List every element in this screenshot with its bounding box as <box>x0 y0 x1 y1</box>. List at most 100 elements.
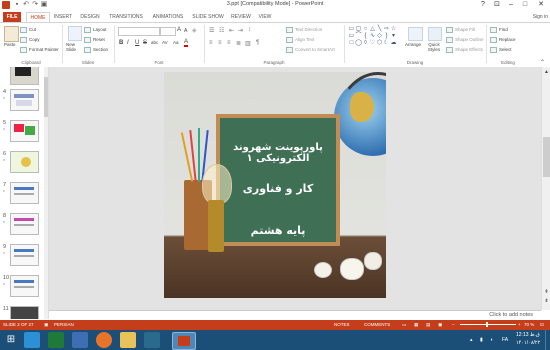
close-button[interactable]: ✕ <box>534 0 548 10</box>
ribbon-display-options-icon[interactable]: ⊡ <box>490 0 504 10</box>
fit-slide-icon[interactable]: ⊡ <box>540 322 544 328</box>
firefox-icon[interactable] <box>96 332 112 348</box>
sign-in-link[interactable]: Sign in <box>520 12 548 22</box>
triangle-shape-icon[interactable]: △ <box>369 26 376 32</box>
callout-shape-icon[interactable]: ◇ <box>376 33 383 39</box>
star-shape-icon[interactable]: ☆ <box>390 26 397 32</box>
find-button[interactable]: Find <box>490 27 508 33</box>
shapes-gallery[interactable]: ▭▢ ○ △ ╲ ⇨ ☆ ▭⌒{∿ ◇} ▾ □ ◯ ◊ ♡ ⬡ ☾☁ <box>348 26 404 47</box>
shape-fill-button[interactable]: Shape Fill <box>446 27 475 33</box>
text-direction-button[interactable]: Text Direction <box>286 27 322 33</box>
strikethrough-button[interactable]: S <box>143 40 147 46</box>
new-slide-icon[interactable] <box>68 26 82 41</box>
zoom-in-icon[interactable]: + <box>518 322 521 327</box>
media-player-icon[interactable] <box>144 332 160 348</box>
tray-arrow-icon[interactable]: ▴ <box>470 337 473 343</box>
select-button[interactable]: Select <box>490 47 512 53</box>
shape-effects-button[interactable]: Shape Effects <box>446 47 483 53</box>
moon-shape-icon[interactable]: ☾ <box>383 40 390 46</box>
arrow-shape-icon[interactable]: ⇨ <box>383 26 390 32</box>
browser-icon[interactable] <box>48 332 64 348</box>
textbox-shape-icon[interactable]: ▭ <box>348 26 355 32</box>
powerpoint-taskbar-button[interactable] <box>172 332 196 350</box>
notes-toggle[interactable]: NOTES <box>334 322 350 327</box>
slide-thumbnail[interactable] <box>10 244 39 266</box>
maximize-button[interactable]: □ <box>518 0 532 10</box>
slide-thumbnail[interactable] <box>10 120 39 142</box>
volume-icon[interactable]: ◖ <box>490 337 493 343</box>
cut-button[interactable]: Cut <box>20 27 36 33</box>
font-size-select[interactable] <box>160 27 176 36</box>
tab-animations[interactable]: ANIMATIONS <box>149 12 187 22</box>
text-shadow-button[interactable]: abc <box>151 40 158 45</box>
minimize-button[interactable]: – <box>504 0 518 10</box>
arrange-button[interactable]: Arrange <box>405 42 421 47</box>
notes-placeholder[interactable]: Click to add notes <box>489 312 533 318</box>
quick-styles-button[interactable]: Quick Styles <box>424 42 444 52</box>
bullets-icon[interactable]: ☰ <box>209 27 214 34</box>
vertical-scrollbar[interactable]: ▲ ⇞ ⇟ <box>541 67 550 310</box>
zoom-out-icon[interactable]: – <box>452 322 455 327</box>
line-spacing-icon[interactable]: ↕ <box>248 27 251 33</box>
slide-thumbnail[interactable] <box>10 67 39 85</box>
italic-button[interactable]: I <box>127 40 129 46</box>
columns-icon[interactable]: ▥ <box>245 40 251 47</box>
bold-button[interactable]: B <box>119 40 123 46</box>
zoom-slider-thumb[interactable] <box>486 322 488 327</box>
replace-button[interactable]: Replace <box>490 37 516 43</box>
format-painter-button[interactable]: Format Painter <box>20 47 59 53</box>
collapse-ribbon-icon[interactable]: ⌃ <box>540 59 545 66</box>
help-button[interactable]: ? <box>476 0 490 10</box>
tab-file[interactable]: FILE <box>3 12 21 22</box>
oval-shape-icon[interactable]: ○ <box>362 26 369 32</box>
clear-formatting-icon[interactable]: ◈ <box>192 27 197 34</box>
shrink-font-icon[interactable]: A <box>184 28 187 34</box>
circle-shape-icon[interactable]: ◯ <box>355 40 362 46</box>
convert-smartart-button[interactable]: Convert to SmartArt <box>286 47 335 53</box>
paste-icon[interactable] <box>4 26 19 42</box>
line-shape-icon[interactable]: ╲ <box>376 26 383 32</box>
file-explorer-icon[interactable] <box>120 332 136 348</box>
slide-title-line1[interactable]: پاورپوینت شهروند الکترونیکی ۱ <box>220 142 336 164</box>
comments-toggle[interactable]: COMMENTS <box>364 322 390 327</box>
telegram-icon[interactable] <box>24 332 40 348</box>
font-name-select[interactable] <box>118 27 160 36</box>
previous-slide-icon[interactable]: ⇞ <box>543 289 550 295</box>
slide-thumbnail[interactable] <box>10 306 39 319</box>
clock-date[interactable]: ۱۴۰۱/۰۸/۲۲ <box>516 340 540 346</box>
bracket-shape-icon[interactable]: } <box>383 33 390 39</box>
normal-view-icon[interactable]: ▭ <box>402 322 406 328</box>
cloud-shape-icon[interactable]: ☁ <box>390 40 397 46</box>
scrollbar-thumb[interactable] <box>44 77 48 117</box>
language-indicator[interactable]: PERSIAN <box>54 322 74 327</box>
font-color-button[interactable]: A <box>184 39 189 47</box>
curve-shape-icon[interactable]: ∿ <box>369 33 376 39</box>
tab-review[interactable]: REVIEW <box>229 12 253 22</box>
align-right-icon[interactable]: ≡ <box>227 40 231 46</box>
align-center-icon[interactable]: ≡ <box>218 40 222 46</box>
show-desktop-button[interactable] <box>545 330 550 350</box>
slide-thumbnail[interactable] <box>10 213 39 235</box>
tab-transitions[interactable]: TRANSITIONS <box>106 12 146 22</box>
new-slide-button[interactable]: New Slide <box>66 42 84 52</box>
next-slide-icon[interactable]: ⇟ <box>543 298 550 304</box>
numbering-icon[interactable]: ☷ <box>219 27 224 34</box>
rounded-rect-shape-icon[interactable]: ▭ <box>348 33 355 39</box>
grow-font-icon[interactable]: A <box>177 27 181 33</box>
slide-canvas[interactable]: پاورپوینت شهروند الکترونیکی ۱ کار و فناو… <box>164 72 386 298</box>
network-icon[interactable]: ▮ <box>480 337 483 343</box>
reset-button[interactable]: Reset <box>84 37 105 43</box>
character-spacing-button[interactable]: AV <box>162 40 168 45</box>
slideshow-view-icon[interactable]: ▣ <box>438 322 442 328</box>
justify-icon[interactable]: ≣ <box>236 40 241 47</box>
quick-styles-icon[interactable] <box>428 27 442 41</box>
slide-title-line3[interactable]: پایه هشتم <box>220 224 336 237</box>
more-shapes-icon[interactable]: ▾ <box>390 33 397 39</box>
copy-button[interactable]: Copy <box>20 37 40 43</box>
start-button-icon[interactable]: ⊞ <box>4 332 18 348</box>
scrollbar-thumb[interactable] <box>543 137 550 177</box>
keyboard-language[interactable]: FA <box>502 337 508 343</box>
zoom-slider[interactable] <box>460 324 516 325</box>
notes-pane[interactable]: Click to add notes <box>49 310 541 320</box>
internet-explorer-icon[interactable] <box>72 332 88 348</box>
